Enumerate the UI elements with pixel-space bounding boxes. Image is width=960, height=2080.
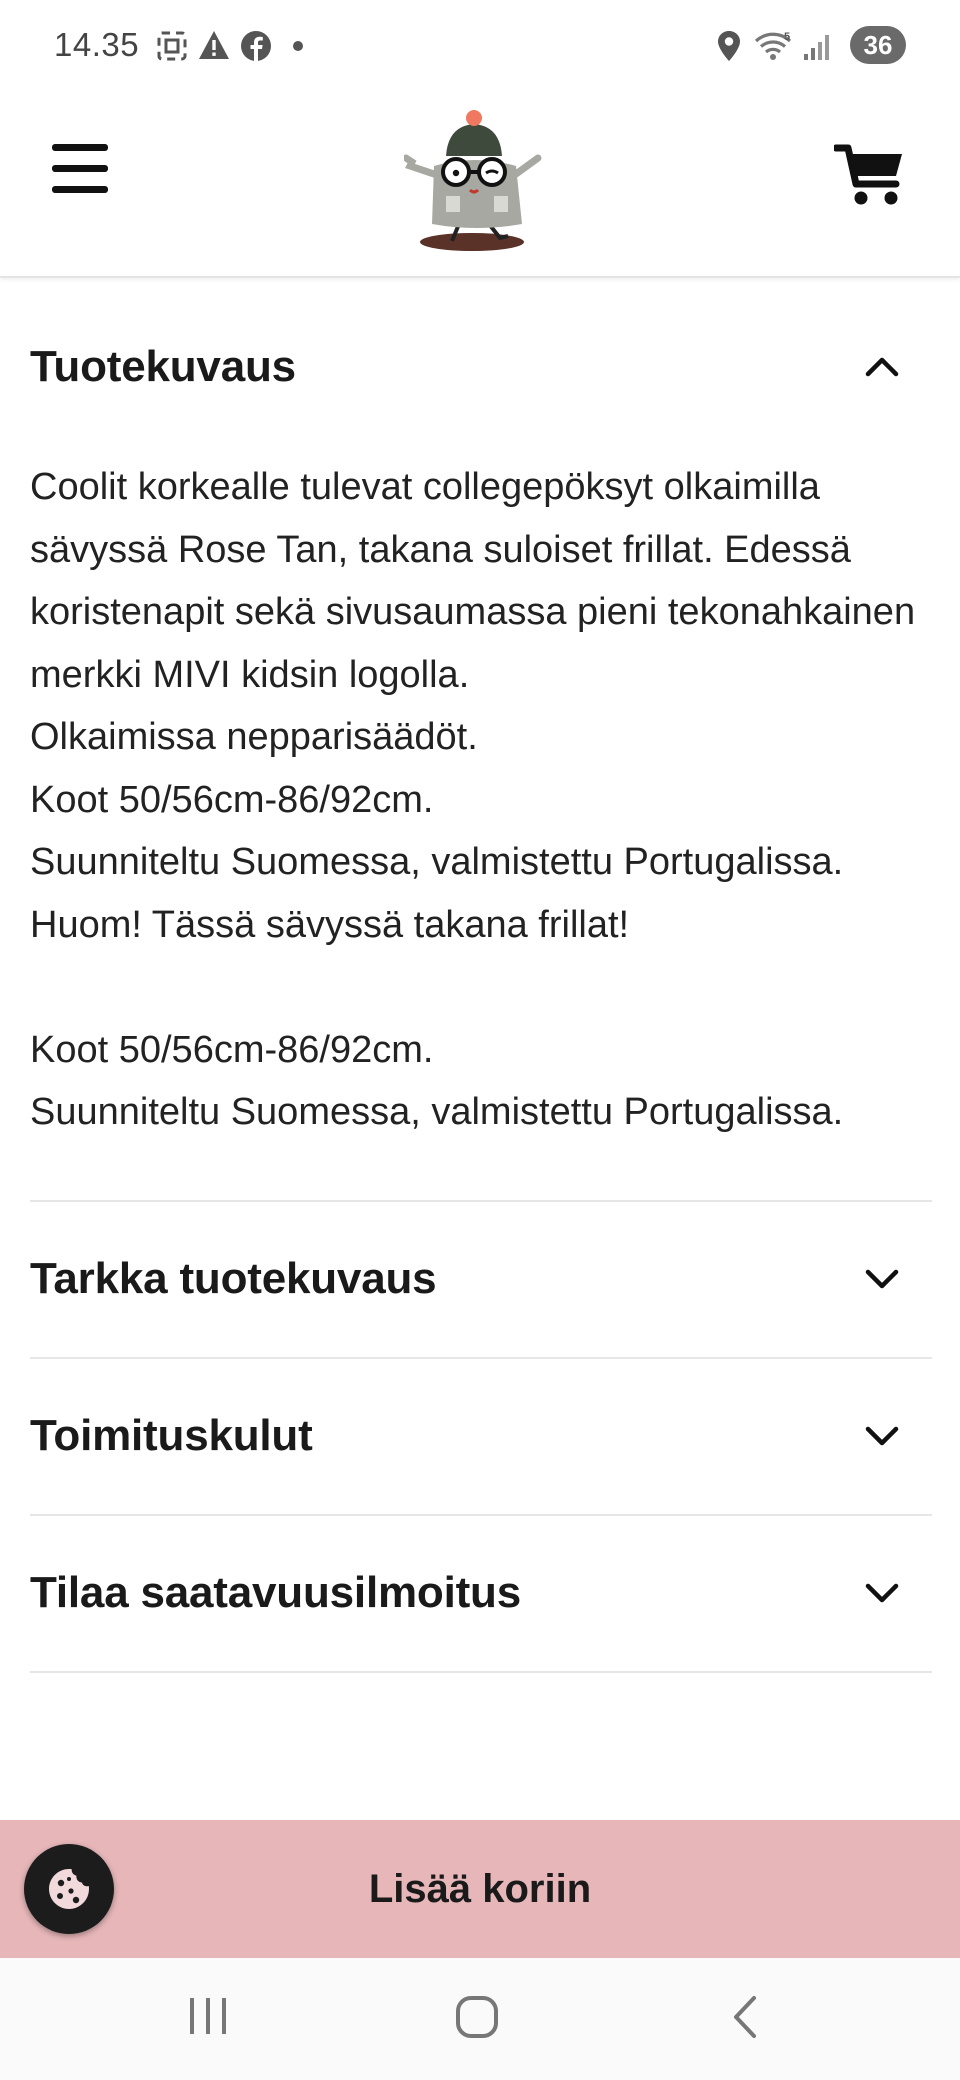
status-time: 14.35: [54, 26, 140, 63]
menu-button[interactable]: [52, 144, 110, 194]
accordion-item-tarkka-tuotekuvaus: Tarkka tuotekuvaus: [30, 1202, 932, 1359]
hamburger-icon: [52, 144, 108, 151]
chevron-down-icon: [865, 1583, 899, 1603]
status-icons-right: 5 36: [716, 26, 906, 66]
accordion-header-tilaa-saatavuusilmoitus[interactable]: Tilaa saatavuusilmoitus: [30, 1516, 932, 1671]
screenshot-icon: [157, 31, 187, 61]
mascot-logo[interactable]: [404, 96, 544, 252]
hamburger-icon-bar: [52, 165, 108, 172]
accordion-title: Toimituskulut: [30, 1411, 313, 1460]
accordion-header-toimituskulut[interactable]: Toimituskulut: [30, 1359, 932, 1514]
chevron-up-icon: [865, 357, 899, 377]
site-header: [0, 92, 960, 278]
signal-icon: [804, 35, 829, 60]
product-description-text: Coolit korkealle tulevat collegepöksyt o…: [30, 466, 916, 1133]
accordion-header-tuotekuvaus[interactable]: Tuotekuvaus: [30, 276, 932, 448]
accordion-item-toimituskulut: Toimituskulut: [30, 1359, 932, 1516]
product-page: 14.35 5 36 Tuotekuvaus Coolit korkealle …: [0, 0, 960, 2080]
recents-icon[interactable]: [186, 1994, 232, 2038]
cookie-settings-button[interactable]: [24, 1844, 114, 1934]
home-icon[interactable]: [454, 1994, 500, 2040]
facebook-icon: [241, 31, 271, 61]
add-to-cart-button[interactable]: Lisää koriin: [0, 1820, 960, 1958]
add-to-cart-label: Lisää koriin: [368, 1866, 592, 1911]
shopping-cart-icon[interactable]: [834, 142, 906, 208]
wifi-icon: 5: [754, 31, 792, 60]
hamburger-icon-bar: [52, 186, 108, 193]
notification-dot-icon: [293, 41, 303, 51]
chevron-down-icon: [865, 1269, 899, 1289]
accordion-title: Tilaa saatavuusilmoitus: [30, 1568, 522, 1617]
accordion-item-tuotekuvaus: Tuotekuvaus Coolit korkealle tulevat col…: [30, 276, 932, 1202]
accordion-title: Tuotekuvaus: [30, 342, 296, 391]
warning-icon: [199, 31, 229, 59]
back-icon[interactable]: [728, 1994, 762, 2040]
location-icon: [718, 31, 740, 61]
chevron-down-icon: [865, 1426, 899, 1446]
system-nav-bar: [0, 1958, 960, 2080]
accordion-title: Tarkka tuotekuvaus: [30, 1254, 437, 1303]
accordion-header-tarkka-tuotekuvaus[interactable]: Tarkka tuotekuvaus: [30, 1202, 932, 1357]
status-bar: 14.35 5 36: [0, 0, 960, 92]
battery-indicator: 36: [850, 26, 906, 64]
cookie-icon: [49, 1869, 89, 1909]
product-accordion: Tuotekuvaus Coolit korkealle tulevat col…: [30, 276, 932, 1673]
accordion-item-tilaa-saatavuusilmoitus: Tilaa saatavuusilmoitus: [30, 1516, 932, 1673]
wifi-band-label: 5: [784, 31, 790, 43]
